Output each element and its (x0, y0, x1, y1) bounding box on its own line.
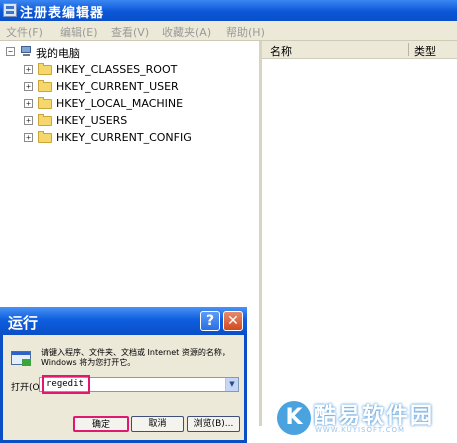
cancel-button[interactable]: 取消 (131, 416, 184, 432)
watermark-logo: K (277, 401, 311, 435)
run-dialog-body: 请键入程序、文件夹、文档或 Internet 资源的名称，Windows 将为您… (3, 335, 244, 440)
folder-icon (38, 131, 52, 143)
registry-icon (3, 3, 17, 17)
menu-help[interactable]: 帮助(H) (226, 24, 265, 40)
menu-bar: 文件(F) 编辑(E) 查看(V) 收藏夹(A) 帮助(H) (0, 21, 457, 41)
close-button[interactable]: ✕ (223, 311, 243, 331)
tree-item-hkcr[interactable]: + HKEY_CLASSES_ROOT (24, 62, 224, 78)
browse-button[interactable]: 浏览(B)... (187, 416, 240, 432)
run-dialog: 运行 ? ✕ 请键入程序、文件夹、文档或 Internet 资源的名称，Wind… (0, 307, 247, 443)
column-name[interactable]: 名称 (270, 43, 292, 59)
expand-icon[interactable]: + (24, 116, 33, 125)
expand-icon[interactable]: + (24, 82, 33, 91)
run-description: 请键入程序、文件夹、文档或 Internet 资源的名称，Windows 将为您… (41, 348, 230, 367)
list-header: 名称 类型 (262, 41, 457, 59)
folder-icon (38, 97, 52, 109)
help-button[interactable]: ? (200, 311, 220, 331)
run-title-bar: 运行 ? ✕ (0, 307, 247, 335)
tree-item-hklm[interactable]: + HKEY_LOCAL_MACHINE (24, 96, 224, 112)
menu-view[interactable]: 查看(V) (111, 24, 149, 40)
column-divider[interactable] (408, 43, 409, 56)
expand-icon[interactable]: + (24, 133, 33, 142)
folder-icon (38, 63, 52, 75)
folder-icon (38, 80, 52, 92)
title-bar: 注册表编辑器 (0, 0, 457, 21)
tree-root-label: 我的电脑 (36, 47, 80, 60)
tree-item-hkcc[interactable]: + HKEY_CURRENT_CONFIG (24, 130, 244, 146)
computer-icon (20, 46, 33, 57)
expand-icon[interactable]: + (24, 65, 33, 74)
column-type[interactable]: 类型 (414, 43, 436, 59)
watermark-subtext: WWW.KUYISOFT.COM (315, 426, 406, 434)
expand-icon[interactable]: + (24, 99, 33, 108)
collapse-icon[interactable]: − (6, 47, 15, 56)
tree-item-hkcu[interactable]: + HKEY_CURRENT_USER (24, 79, 224, 95)
run-dialog-title: 运行 (8, 314, 39, 332)
ok-button[interactable]: 确定 (73, 416, 129, 432)
tree-item-label: HKEY_CURRENT_CONFIG (56, 131, 192, 144)
tree-item-label: HKEY_CURRENT_USER (56, 80, 179, 93)
tree-item-label: HKEY_USERS (56, 114, 128, 127)
folder-icon (38, 114, 52, 126)
tree-root[interactable]: − 我的电脑 (6, 45, 156, 60)
input-highlight (42, 375, 90, 394)
menu-file[interactable]: 文件(F) (6, 24, 43, 40)
window-title: 注册表编辑器 (20, 6, 105, 21)
tree-item-hku[interactable]: + HKEY_USERS (24, 113, 224, 129)
tree-item-label: HKEY_CLASSES_ROOT (56, 63, 178, 76)
value-list[interactable]: 名称 类型 (262, 41, 457, 443)
chevron-down-icon[interactable]: ▼ (225, 378, 238, 391)
tree-item-label: HKEY_LOCAL_MACHINE (56, 97, 184, 110)
menu-favorites[interactable]: 收藏夹(A) (162, 24, 211, 40)
run-icon (11, 351, 33, 367)
menu-edit[interactable]: 编辑(E) (60, 24, 98, 40)
